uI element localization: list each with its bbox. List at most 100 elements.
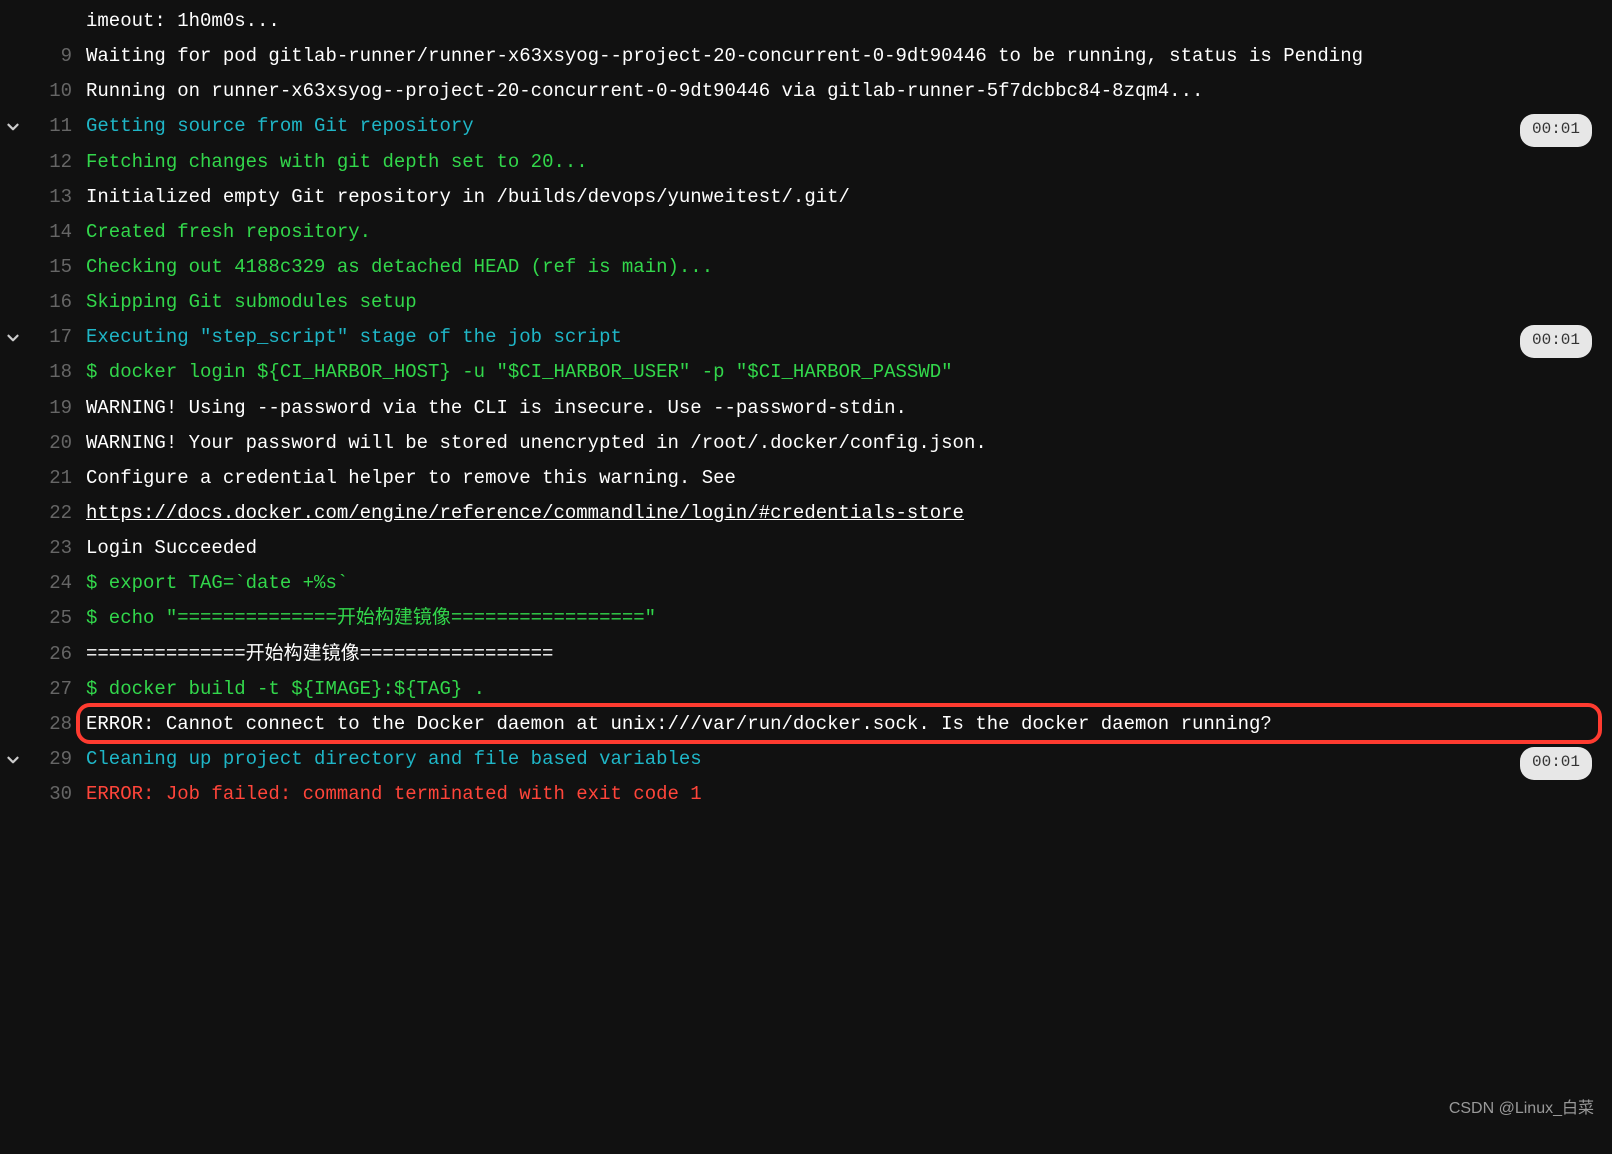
log-text: WARNING! Your password will be stored un… <box>86 432 987 454</box>
gutter: 15 <box>0 250 86 285</box>
log-line: imeout: 1h0m0s... <box>0 4 1612 39</box>
line-number[interactable]: 27 <box>40 672 86 707</box>
log-content: Configure a credential helper to remove … <box>86 461 1612 496</box>
line-number[interactable]: 15 <box>40 250 86 285</box>
log-line: 30ERROR: Job failed: command terminated … <box>0 777 1612 812</box>
log-text: Cleaning up project directory and file b… <box>86 748 702 770</box>
line-number[interactable]: 30 <box>40 777 86 812</box>
log-content: Fetching changes with git depth set to 2… <box>86 145 1612 180</box>
gutter: 27 <box>0 672 86 707</box>
log-text: $ export TAG=`date +%s` <box>86 572 348 594</box>
line-number[interactable]: 12 <box>40 145 86 180</box>
duration-badge: 00:01 <box>1520 114 1592 147</box>
log-content: imeout: 1h0m0s... <box>86 4 1612 39</box>
log-line: 15Checking out 4188c329 as detached HEAD… <box>0 250 1612 285</box>
gutter: 30 <box>0 777 86 812</box>
log-content: Executing "step_script" stage of the job… <box>86 320 1612 355</box>
line-number[interactable]: 29 <box>40 742 86 777</box>
log-text: Getting source from Git repository <box>86 115 474 137</box>
log-line: 12Fetching changes with git depth set to… <box>0 145 1612 180</box>
log-text: $ echo "==============开始构建镜像============… <box>86 607 656 629</box>
duration-badge: 00:01 <box>1520 747 1592 780</box>
gutter: 26 <box>0 637 86 672</box>
gutter: 28 <box>0 707 86 742</box>
line-number[interactable]: 22 <box>40 496 86 531</box>
log-content: ERROR: Cannot connect to the Docker daem… <box>86 707 1612 742</box>
line-number[interactable]: 17 <box>40 320 86 355</box>
line-number[interactable]: 23 <box>40 531 86 566</box>
line-number[interactable]: 25 <box>40 601 86 636</box>
log-text: ERROR: Job failed: command terminated wi… <box>86 783 702 805</box>
log-line: 22https://docs.docker.com/engine/referen… <box>0 496 1612 531</box>
line-number[interactable]: 13 <box>40 180 86 215</box>
log-line: 18$ docker login ${CI_HARBOR_HOST} -u "$… <box>0 355 1612 390</box>
gutter: 23 <box>0 531 86 566</box>
log-content: ==============开始构建镜像================= <box>86 637 1612 672</box>
log-content: Cleaning up project directory and file b… <box>86 742 1612 777</box>
line-number[interactable]: 24 <box>40 566 86 601</box>
line-number[interactable]: 16 <box>40 285 86 320</box>
line-number[interactable]: 9 <box>40 39 86 74</box>
log-content: Login Succeeded <box>86 531 1612 566</box>
log-text: Configure a credential helper to remove … <box>86 467 736 489</box>
log-text: $ docker build -t ${IMAGE}:${TAG} . <box>86 678 485 700</box>
line-number[interactable]: 11 <box>40 109 86 144</box>
gutter: 21 <box>0 461 86 496</box>
gutter: 22 <box>0 496 86 531</box>
line-number[interactable]: 28 <box>40 707 86 742</box>
line-number[interactable]: 19 <box>40 391 86 426</box>
log-text: Skipping Git submodules setup <box>86 291 417 313</box>
log-content: WARNING! Your password will be stored un… <box>86 426 1612 461</box>
line-number[interactable]: 10 <box>40 74 86 109</box>
gutter: 11 <box>0 109 86 144</box>
gutter: 13 <box>0 180 86 215</box>
log-content: Getting source from Git repository <box>86 109 1612 144</box>
duration-badge: 00:01 <box>1520 325 1592 358</box>
log-content: $ docker login ${CI_HARBOR_HOST} -u "$CI… <box>86 355 1612 390</box>
gutter: 18 <box>0 355 86 390</box>
watermark: CSDN @Linux_白菜 <box>1449 1094 1594 1124</box>
line-number[interactable]: 20 <box>40 426 86 461</box>
line-number[interactable]: 18 <box>40 355 86 390</box>
gutter: 20 <box>0 426 86 461</box>
log-line: 29Cleaning up project directory and file… <box>0 742 1612 777</box>
log-text: $ docker login ${CI_HARBOR_HOST} -u "$CI… <box>86 361 953 383</box>
log-content: Created fresh repository. <box>86 215 1612 250</box>
log-content: ERROR: Job failed: command terminated wi… <box>86 777 1612 812</box>
log-text: Checking out 4188c329 as detached HEAD (… <box>86 256 713 278</box>
log-line: 23Login Succeeded <box>0 531 1612 566</box>
gutter: 25 <box>0 601 86 636</box>
gutter: 24 <box>0 566 86 601</box>
log-line: 26==============开始构建镜像================= <box>0 637 1612 672</box>
log-text: Created fresh repository. <box>86 221 371 243</box>
log-content: Checking out 4188c329 as detached HEAD (… <box>86 250 1612 285</box>
log-line: 14Created fresh repository. <box>0 215 1612 250</box>
log-line: 13Initialized empty Git repository in /b… <box>0 180 1612 215</box>
log-line: 16Skipping Git submodules setup <box>0 285 1612 320</box>
line-number[interactable]: 14 <box>40 215 86 250</box>
line-number[interactable]: 26 <box>40 637 86 672</box>
log-link[interactable]: https://docs.docker.com/engine/reference… <box>86 502 964 524</box>
log-line: 27$ docker build -t ${IMAGE}:${TAG} . <box>0 672 1612 707</box>
log-line: 21Configure a credential helper to remov… <box>0 461 1612 496</box>
log-text: WARNING! Using --password via the CLI is… <box>86 397 907 419</box>
log-line: 11Getting source from Git repository 00:0… <box>0 109 1612 144</box>
gutter: 17 <box>0 320 86 355</box>
gutter: 16 <box>0 285 86 320</box>
line-number[interactable]: 21 <box>40 461 86 496</box>
log-text: ==============开始构建镜像================= <box>86 643 553 665</box>
log-content: Skipping Git submodules setup <box>86 285 1612 320</box>
log-text: Fetching changes with git depth set to 2… <box>86 151 588 173</box>
log-content: https://docs.docker.com/engine/reference… <box>86 496 1612 531</box>
log-text: Login Succeeded <box>86 537 257 559</box>
log-text: ERROR: Cannot connect to the Docker daem… <box>86 713 1272 735</box>
log-text: imeout: 1h0m0s... <box>86 10 280 32</box>
log-line: 28ERROR: Cannot connect to the Docker da… <box>0 707 1612 742</box>
gutter: 19 <box>0 391 86 426</box>
log-content: $ echo "==============开始构建镜像============… <box>86 601 1612 636</box>
log-line: 25$ echo "==============开始构建镜像==========… <box>0 601 1612 636</box>
log-content: $ docker build -t ${IMAGE}:${TAG} . <box>86 672 1612 707</box>
log-output: imeout: 1h0m0s...9Waiting for pod gitlab… <box>0 0 1612 820</box>
gutter: 12 <box>0 145 86 180</box>
gutter: 9 <box>0 39 86 74</box>
